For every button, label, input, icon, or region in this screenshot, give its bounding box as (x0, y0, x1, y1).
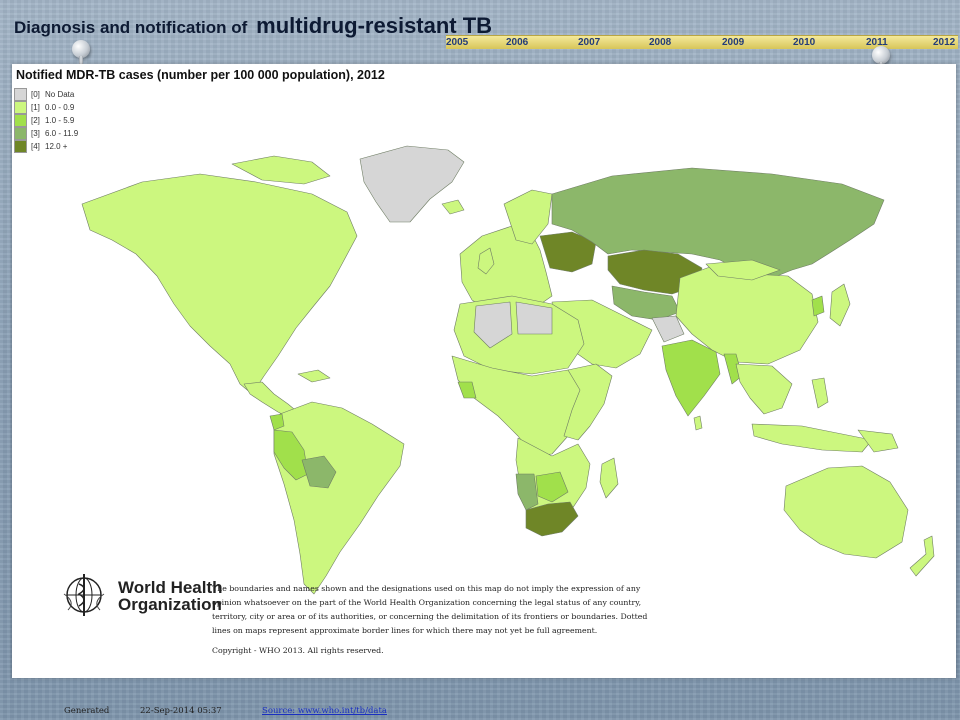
region-arctic-islands (231, 155, 331, 185)
region-iceland (441, 199, 465, 215)
region-libya (515, 301, 553, 335)
copyright-text: Copyright - WHO 2013. All rights reserve… (212, 646, 384, 655)
source-link[interactable]: Source: www.who.int/tb/data (262, 706, 387, 716)
timeline-year-2010[interactable]: 2010 (793, 36, 815, 49)
region-north-america (81, 173, 358, 395)
region-new-zealand (909, 535, 935, 577)
region-southeast-asia (735, 363, 793, 415)
region-sri-lanka (693, 415, 703, 431)
disclaimer-line: The boundaries and names shown and the d… (212, 584, 641, 593)
map-panel: Notified MDR-TB cases (number per 100 00… (12, 64, 956, 678)
timeline-year-2008[interactable]: 2008 (649, 36, 671, 49)
generated-label: Generated (64, 706, 110, 716)
region-korea (811, 295, 825, 317)
region-japan (829, 283, 851, 327)
timeline-year-2007[interactable]: 2007 (578, 36, 600, 49)
timeline-year-2012[interactable]: 2012 (933, 36, 955, 49)
disclaimer-line: lines on maps represent approximate bord… (212, 626, 598, 635)
region-indonesia (751, 423, 873, 453)
who-wordmark-line2: Organization (118, 595, 222, 614)
region-south-america (273, 401, 405, 595)
generated-date: 22-Sep-2014 05:37 (140, 706, 222, 716)
region-namibia (515, 473, 539, 511)
region-australia (783, 465, 909, 559)
timeline-year-2009[interactable]: 2009 (722, 36, 744, 49)
region-russia (551, 167, 885, 279)
pushpin-icon (72, 40, 90, 66)
pushpin-icon (872, 46, 890, 72)
slide-title: Diagnosis and notification of multidrug-… (14, 4, 492, 41)
region-philippines (811, 377, 829, 409)
slide-title-prefix: Diagnosis and notification of (14, 18, 248, 37)
footer: Generated 22-Sep-2014 05:37 Source: www.… (0, 704, 960, 720)
region-caribbean (297, 369, 331, 383)
map-disclaimer: The boundaries and names shown and the d… (212, 582, 732, 638)
region-india (661, 339, 721, 417)
timeline-year-2006[interactable]: 2006 (506, 36, 528, 49)
disclaimer-line: territory, city or area or of its author… (212, 612, 648, 621)
region-madagascar (599, 457, 619, 499)
disclaimer-line: opinion whatsoever on the part of the Wo… (212, 598, 642, 607)
who-wordmark-line1: World Health (118, 578, 223, 597)
who-wordmark: World Health Organization (118, 579, 223, 613)
timeline-year-2005[interactable]: 2005 (446, 36, 468, 49)
